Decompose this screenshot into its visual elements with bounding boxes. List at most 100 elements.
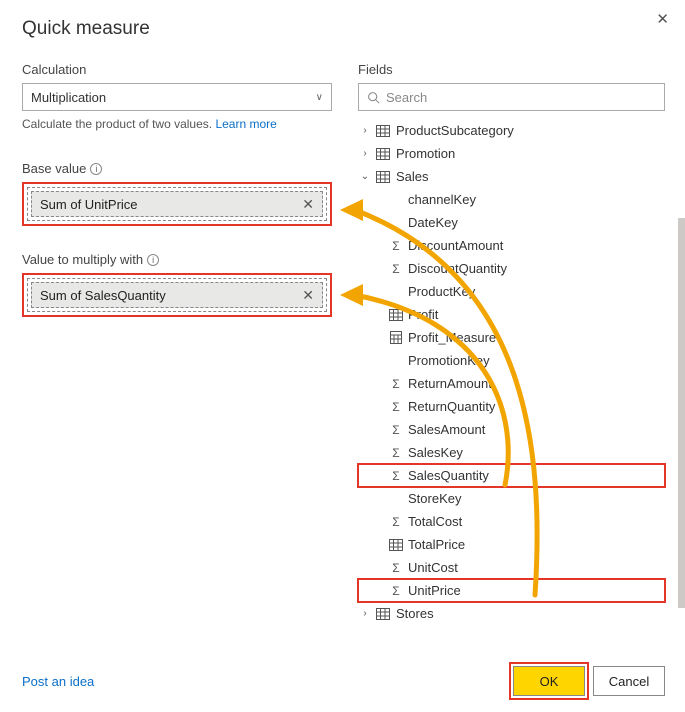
base-value-dropzone[interactable]: Sum of UnitPrice ✕ xyxy=(27,187,327,221)
sigma-icon: Σ xyxy=(388,377,404,391)
calculation-head: Calculation xyxy=(22,62,332,77)
table-label: ProductSubcategory xyxy=(396,123,514,138)
quick-measure-dialog: ✕ Quick measure Calculation Multiplicati… xyxy=(0,0,685,712)
field-label: SalesKey xyxy=(408,445,463,460)
base-value-value: Sum of UnitPrice xyxy=(40,197,138,212)
multiply-value: Sum of SalesQuantity xyxy=(40,288,166,303)
sigma-icon: Σ xyxy=(388,262,404,276)
field-row[interactable]: TotalPrice xyxy=(358,533,665,556)
fields-tree: ›ProductSubcategory›Promotion⌄Saleschann… xyxy=(358,119,665,625)
close-icon[interactable]: ✕ xyxy=(650,6,675,32)
cancel-button[interactable]: Cancel xyxy=(593,666,665,696)
sigma-icon: Σ xyxy=(388,515,404,529)
search-icon xyxy=(367,91,380,104)
field-row[interactable]: Σ SalesQuantity xyxy=(358,464,665,487)
calculator-icon xyxy=(388,331,404,344)
table-label: Promotion xyxy=(396,146,455,161)
field-label: SalesAmount xyxy=(408,422,485,437)
field-row[interactable]: channelKey xyxy=(358,188,665,211)
field-label: Profit_Measure xyxy=(408,330,496,345)
field-label: DiscountQuantity xyxy=(408,261,507,276)
learn-more-link[interactable]: Learn more xyxy=(215,117,276,131)
left-column: Calculation Multiplication ∨ Calculate t… xyxy=(22,62,332,625)
dialog-footer: Post an idea OK Cancel xyxy=(22,666,665,696)
field-row[interactable]: Σ TotalCost xyxy=(358,510,665,533)
field-row[interactable]: Σ UnitCost xyxy=(358,556,665,579)
caret-icon: ⌄ xyxy=(358,171,372,182)
info-icon[interactable]: i xyxy=(90,163,102,175)
field-label: ReturnAmount xyxy=(408,376,492,391)
table-icon xyxy=(376,171,392,183)
table-icon xyxy=(376,148,392,160)
field-row[interactable]: Σ DiscountQuantity xyxy=(358,257,665,280)
sigma-icon: Σ xyxy=(388,469,404,483)
fields-search[interactable] xyxy=(358,83,665,111)
field-label: TotalPrice xyxy=(408,537,465,552)
table-label: Sales xyxy=(396,169,429,184)
multiply-dropzone[interactable]: Sum of SalesQuantity ✕ xyxy=(27,278,327,312)
info-icon[interactable]: i xyxy=(147,254,159,266)
sigma-icon: Σ xyxy=(388,446,404,460)
field-label: UnitCost xyxy=(408,560,458,575)
table-row-stores[interactable]: › Stores xyxy=(358,602,665,625)
table-row-sales[interactable]: ⌄ Sales xyxy=(358,165,665,188)
field-label: Profit xyxy=(408,307,438,322)
calculation-hint: Calculate the product of two values. Lea… xyxy=(22,117,332,131)
scrollbar[interactable] xyxy=(678,218,685,608)
multiply-label: Value to multiply with xyxy=(22,252,143,267)
sigma-icon: Σ xyxy=(388,423,404,437)
field-row[interactable]: Σ SalesKey xyxy=(358,441,665,464)
field-row[interactable]: Profit xyxy=(358,303,665,326)
ok-button[interactable]: OK xyxy=(513,666,585,696)
field-row[interactable]: Profit_Measure xyxy=(358,326,665,349)
sigma-icon: Σ xyxy=(388,239,404,253)
field-row[interactable]: Σ SalesAmount xyxy=(358,418,665,441)
field-row[interactable]: Σ ReturnQuantity xyxy=(358,395,665,418)
caret-icon: › xyxy=(358,148,372,159)
remove-base-value-icon[interactable]: ✕ xyxy=(300,196,316,213)
sigma-icon: Σ xyxy=(388,584,404,598)
post-idea-link[interactable]: Post an idea xyxy=(22,674,94,689)
table-icon xyxy=(376,608,392,620)
chevron-down-icon: ∨ xyxy=(316,92,323,103)
field-label: ReturnQuantity xyxy=(408,399,495,414)
sigma-icon: Σ xyxy=(388,561,404,575)
table-icon xyxy=(376,125,392,137)
multiply-highlight: Sum of SalesQuantity ✕ xyxy=(22,273,332,317)
dialog-title: Quick measure xyxy=(22,18,665,40)
field-label: TotalCost xyxy=(408,514,462,529)
field-row[interactable]: PromotionKey xyxy=(358,349,665,372)
caret-icon: › xyxy=(358,608,372,619)
field-row[interactable]: ProductKey xyxy=(358,280,665,303)
base-value-highlight: Sum of UnitPrice ✕ xyxy=(22,182,332,226)
calculation-select[interactable]: Multiplication ∨ xyxy=(22,83,332,111)
field-label: StoreKey xyxy=(408,491,461,506)
field-row[interactable]: StoreKey xyxy=(358,487,665,510)
calculation-value: Multiplication xyxy=(31,90,106,105)
calc-table-icon xyxy=(388,539,404,551)
field-label: DiscountAmount xyxy=(408,238,503,253)
sigma-icon: Σ xyxy=(388,400,404,414)
field-row[interactable]: Σ UnitPrice xyxy=(358,579,665,602)
multiply-head: Value to multiply with i xyxy=(22,252,332,267)
table-label: Stores xyxy=(396,606,434,621)
base-value-label: Base value xyxy=(22,161,86,176)
remove-multiply-icon[interactable]: ✕ xyxy=(300,287,316,304)
field-label: PromotionKey xyxy=(408,353,490,368)
field-row[interactable]: Σ DiscountAmount xyxy=(358,234,665,257)
table-row-productsubcategory[interactable]: ›ProductSubcategory xyxy=(358,119,665,142)
calculation-label: Calculation xyxy=(22,62,86,77)
ok-highlight: OK xyxy=(513,666,585,696)
calc-table-icon xyxy=(388,309,404,321)
field-label: channelKey xyxy=(408,192,476,207)
field-label: ProductKey xyxy=(408,284,475,299)
base-value-head: Base value i xyxy=(22,161,332,176)
fields-head: Fields xyxy=(358,62,665,77)
field-label: SalesQuantity xyxy=(408,468,489,483)
right-column: Fields ›ProductSubcategory›Promotion⌄Sal… xyxy=(358,62,665,625)
search-input[interactable] xyxy=(386,90,656,105)
field-row[interactable]: DateKey xyxy=(358,211,665,234)
table-row-promotion[interactable]: › Promotion xyxy=(358,142,665,165)
field-row[interactable]: Σ ReturnAmount xyxy=(358,372,665,395)
field-label: UnitPrice xyxy=(408,583,461,598)
